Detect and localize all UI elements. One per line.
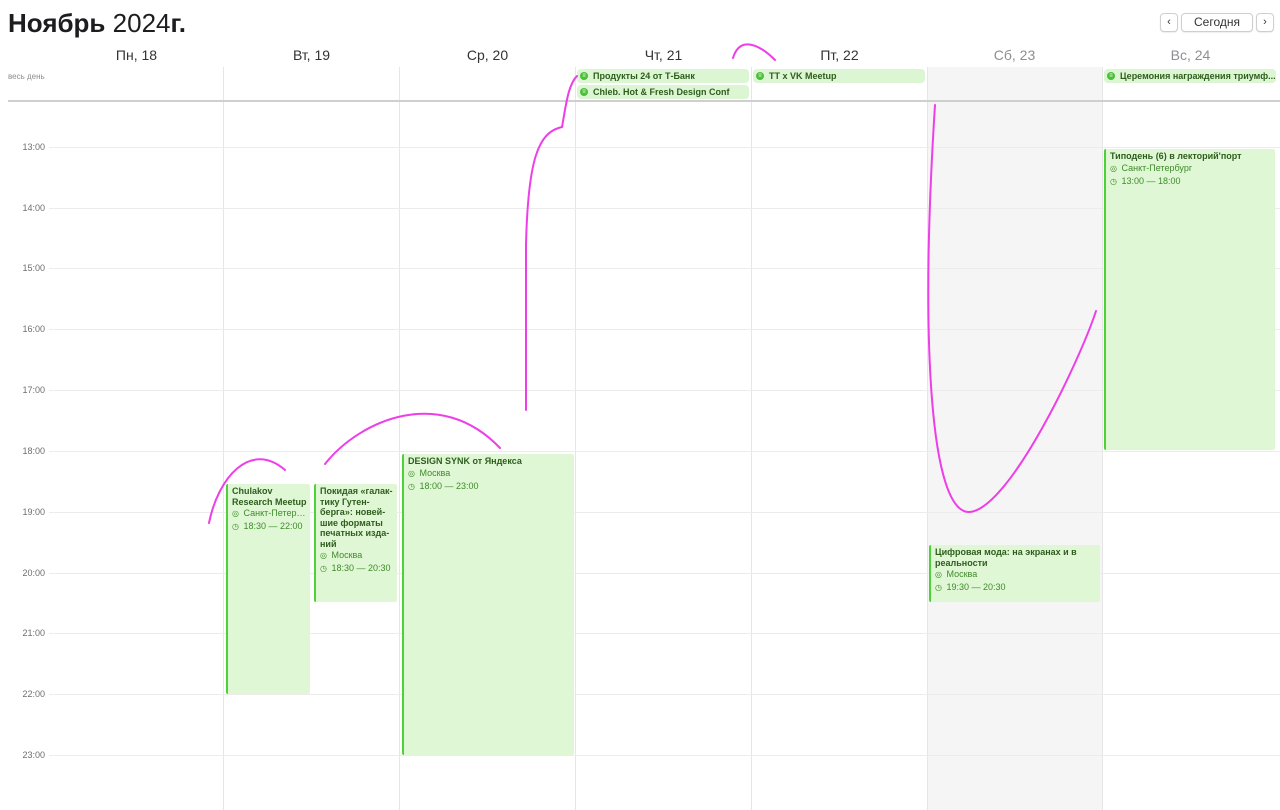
hour-line [49, 451, 1280, 452]
calendar-icon: ≡ [756, 72, 764, 80]
hour-label: 23:00 [22, 750, 45, 760]
hour-label: 18:00 [22, 446, 45, 456]
calendar-icon: ≡ [580, 88, 588, 96]
ink-stroke [525, 75, 578, 411]
hour-label: 15:00 [22, 263, 45, 273]
clock-icon: ◷ [408, 481, 415, 491]
event-location: ◎ Москва [408, 467, 451, 478]
event-title: Chulakov Research Meetup [232, 486, 307, 507]
event-time: ◷ 13:00 — 18:00 [1110, 175, 1181, 186]
allday-event[interactable]: ≡ Chleb. Hot & Fresh Design Conf [577, 85, 749, 99]
day-headers: Пн, 18 Вт, 19 Ср, 20 Чт, 21 Пт, 22 Сб, 2… [49, 44, 1280, 66]
hour-line [49, 268, 1280, 269]
day-separator [751, 67, 752, 810]
calendar-icon: ≡ [1107, 72, 1115, 80]
day-separator [223, 67, 224, 810]
day-separator [927, 67, 928, 810]
week-navigation: ‹ Сегодня › [1160, 13, 1274, 32]
hour-line [49, 147, 1280, 148]
day-header-tue[interactable]: Вт, 19 [224, 44, 399, 66]
event-title: Цифровая мода: на экранах и в реальности [935, 547, 1077, 568]
pin-icon: ◎ [320, 551, 327, 560]
clock-icon: ◷ [935, 583, 942, 592]
hour-line [49, 390, 1280, 391]
clock-icon: ◷ [232, 522, 239, 531]
event-time: ◷ 19:30 — 20:30 [935, 582, 1006, 592]
day-header-mon[interactable]: Пн, 18 [49, 44, 224, 66]
pin-icon: ◎ [1110, 163, 1117, 173]
hour-line [49, 694, 1280, 695]
day-header-fri[interactable]: Пт, 22 [752, 44, 927, 66]
clock-icon: ◷ [1110, 176, 1117, 186]
day-header-sat[interactable]: Сб, 23 [927, 44, 1102, 66]
allday-label: весь день [8, 72, 45, 81]
event-location: ◎ Санкт-Петерб... [232, 508, 307, 518]
pin-icon: ◎ [935, 570, 942, 579]
chevron-right-icon[interactable]: › [1256, 13, 1274, 32]
day-separator [1102, 67, 1103, 810]
event-time: ◷ 18:30 — 22:00 [232, 521, 303, 531]
event-block[interactable]: Типодень (6) в лекторий'порт ◎ Санкт-Пет… [1104, 149, 1275, 450]
event-location: ◎ Санкт-Петербург [1110, 162, 1193, 173]
day-header-sun[interactable]: Вс, 24 [1103, 44, 1278, 66]
allday-event-title: Церемония награждения триумф... [1120, 71, 1276, 81]
event-block[interactable]: Chulakov Research Meetup ◎ Санкт-Петерб.… [226, 484, 310, 694]
hour-label: 21:00 [22, 628, 45, 638]
event-time: ◷ 18:00 — 23:00 [408, 480, 479, 491]
event-title: Покидая «галак-тику Гутен-берга»: новей-… [320, 486, 393, 549]
allday-separator [8, 100, 1280, 102]
allday-event[interactable]: ≡ Церемония награждения триумф... [1104, 69, 1276, 83]
pin-icon: ◎ [232, 509, 239, 518]
hour-label: 16:00 [22, 324, 45, 334]
hour-label: 22:00 [22, 689, 45, 699]
hour-label: 19:00 [22, 507, 45, 517]
weekend-column-sat [927, 67, 1102, 810]
chevron-left-icon[interactable]: ‹ [1160, 13, 1178, 32]
hour-label: 17:00 [22, 385, 45, 395]
allday-event-title: Продукты 24 от Т-Банк [593, 71, 695, 81]
day-separator [575, 67, 576, 810]
page-title: Ноябрь 2024г. [8, 6, 186, 40]
hour-line [49, 329, 1280, 330]
hour-label: 13:00 [22, 142, 45, 152]
day-separator [399, 67, 400, 810]
event-time: ◷ 18:30 — 20:30 [320, 563, 391, 573]
day-header-thu[interactable]: Чт, 21 [576, 44, 751, 66]
allday-event[interactable]: ≡ Продукты 24 от Т-Банк [577, 69, 749, 83]
calendar-icon: ≡ [580, 72, 588, 80]
event-location: ◎ Москва [935, 569, 978, 579]
year-suffix: г. [170, 8, 186, 38]
year-number: 2024 [112, 8, 171, 38]
hour-label: 14:00 [22, 203, 45, 213]
allday-event-title: Chleb. Hot & Fresh Design Conf [593, 87, 730, 97]
allday-event-title: TT x VK Meetup [769, 71, 837, 81]
event-location: ◎ Москва [320, 550, 363, 560]
event-title: Типодень (6) в лекторий'порт [1110, 151, 1242, 161]
pin-icon: ◎ [408, 468, 415, 478]
event-block[interactable]: Покидая «галак-тику Гутен-берга»: новей-… [314, 484, 397, 602]
allday-event[interactable]: ≡ TT x VK Meetup [753, 69, 925, 83]
clock-icon: ◷ [320, 564, 327, 573]
month-name: Ноябрь [8, 8, 106, 38]
hour-line [49, 208, 1280, 209]
hour-line [49, 755, 1280, 756]
event-title: DESIGN SYNK от Яндекса [408, 456, 522, 466]
event-block[interactable]: DESIGN SYNK от Яндекса ◎ Москва ◷ 18:00 … [402, 454, 574, 755]
today-button[interactable]: Сегодня [1181, 13, 1253, 32]
event-block[interactable]: Цифровая мода: на экранах и в реальности… [929, 545, 1100, 602]
hour-label: 20:00 [22, 568, 45, 578]
day-header-wed[interactable]: Ср, 20 [400, 44, 575, 66]
